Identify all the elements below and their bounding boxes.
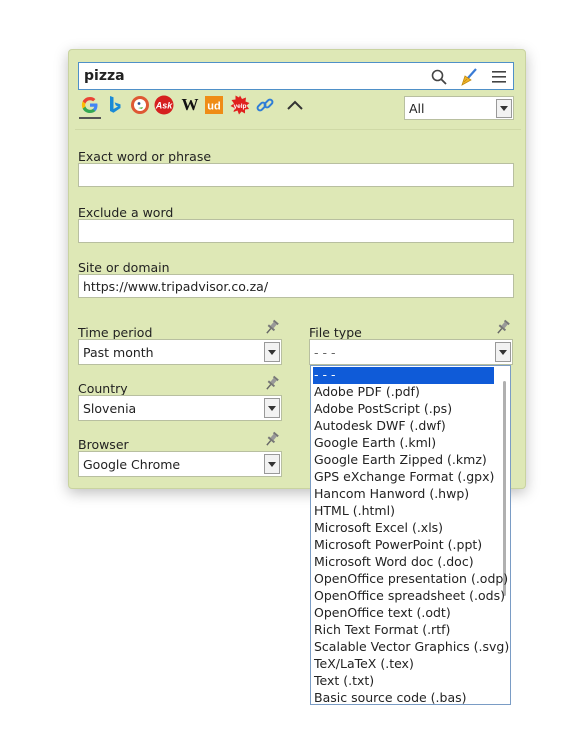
pin-icon[interactable] <box>494 318 512 336</box>
time-period-value: Past month <box>83 345 154 360</box>
file-type-option[interactable]: OpenOffice spreadsheet (.ods) <box>313 588 505 605</box>
exclude-label: Exclude a word <box>78 205 174 220</box>
file-type-option[interactable]: OpenOffice presentation (.odp) <box>313 571 508 588</box>
broom-icon[interactable] <box>458 66 480 88</box>
file-type-option[interactable]: TeX/LaTeX (.tex) <box>313 656 414 673</box>
file-type-select[interactable]: - - - <box>309 339 513 365</box>
file-type-option[interactable]: Microsoft Word doc (.doc) <box>313 554 474 571</box>
file-type-option[interactable]: - - - <box>313 367 494 384</box>
wikipedia-icon[interactable]: W <box>179 94 201 116</box>
file-type-option[interactable]: Google Earth Zipped (.kmz) <box>313 452 487 469</box>
google-icon[interactable] <box>79 94 101 116</box>
country-value: Slovenia <box>83 401 137 416</box>
file-type-option[interactable]: Rich Text Format (.rtf) <box>313 622 450 639</box>
ask-label: Ask <box>155 101 174 111</box>
browser-select[interactable]: Google Chrome <box>78 451 282 477</box>
scope-select[interactable]: All <box>404 96 514 120</box>
duckduckgo-icon[interactable] <box>129 94 151 116</box>
link-icon[interactable] <box>254 94 276 116</box>
pin-icon[interactable] <box>263 318 281 336</box>
collapse-chevron-icon[interactable] <box>284 94 306 116</box>
chevron-down-icon[interactable] <box>264 454 280 474</box>
file-type-value: - - - <box>314 345 336 360</box>
svg-text:yelp: yelp <box>233 103 246 110</box>
search-icon[interactable] <box>428 66 450 88</box>
file-type-option[interactable]: Hancom Hanword (.hwp) <box>313 486 469 503</box>
file-type-option[interactable]: Basic source code (.bas) <box>313 690 467 704</box>
active-engine-indicator <box>79 117 101 119</box>
site-domain-field[interactable]: https://www.tripadvisor.co.za/ <box>78 274 514 298</box>
bing-icon[interactable] <box>104 94 126 116</box>
urban-dictionary-icon[interactable]: ud <box>203 94 225 116</box>
file-type-option[interactable]: GPS eXchange Format (.gpx) <box>313 469 494 486</box>
chevron-down-icon[interactable] <box>496 99 512 118</box>
pin-icon[interactable] <box>263 374 281 392</box>
browser-label: Browser <box>78 437 129 452</box>
file-type-label: File type <box>309 325 362 340</box>
scrollbar-thumb[interactable] <box>503 381 506 596</box>
time-period-select[interactable]: Past month <box>78 339 282 365</box>
chevron-down-icon[interactable] <box>495 342 511 362</box>
time-period-label: Time period <box>78 325 153 340</box>
yelp-icon[interactable]: yelp <box>229 94 251 116</box>
ask-icon[interactable]: Ask <box>153 94 175 116</box>
file-type-option[interactable]: Autodesk DWF (.dwf) <box>313 418 446 435</box>
chevron-down-icon[interactable] <box>264 342 280 362</box>
site-label: Site or domain <box>78 260 170 275</box>
country-select[interactable]: Slovenia <box>78 395 282 421</box>
chevron-down-icon[interactable] <box>264 398 280 418</box>
file-type-option[interactable]: Adobe PDF (.pdf) <box>313 384 420 401</box>
file-type-option[interactable]: Text (.txt) <box>313 673 374 690</box>
browser-value: Google Chrome <box>83 457 181 472</box>
file-type-option[interactable]: OpenOffice text (.odt) <box>313 605 451 622</box>
exclude-word-field[interactable] <box>78 219 514 243</box>
file-type-option[interactable]: Microsoft PowerPoint (.ppt) <box>313 537 482 554</box>
exact-label: Exact word or phrase <box>78 149 212 164</box>
urban-dictionary-label: ud <box>207 101 220 113</box>
file-type-option[interactable]: Microsoft Excel (.xls) <box>313 520 443 537</box>
country-label: Country <box>78 381 128 396</box>
file-type-option[interactable]: Adobe PostScript (.ps) <box>313 401 452 418</box>
file-type-option[interactable]: Google Earth (.kml) <box>313 435 436 452</box>
pin-icon[interactable] <box>263 430 281 448</box>
file-type-option[interactable]: HTML (.html) <box>313 503 395 520</box>
search-box[interactable]: pizza <box>78 62 514 90</box>
scope-value: All <box>409 101 425 116</box>
file-type-dropdown-list[interactable]: - - - Adobe PDF (.pdf) Adobe PostScript (.… <box>310 365 511 705</box>
exact-phrase-field[interactable] <box>78 163 514 187</box>
search-input[interactable]: pizza <box>84 68 125 84</box>
divider <box>75 129 521 130</box>
file-type-option[interactable]: Scalable Vector Graphics (.svg) <box>313 639 509 656</box>
menu-icon[interactable] <box>488 66 510 88</box>
